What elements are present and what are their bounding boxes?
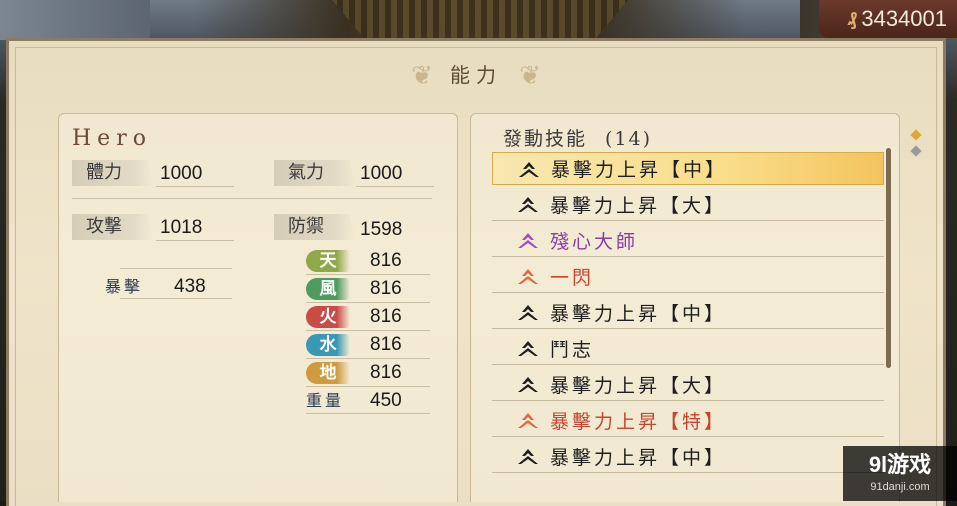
divider [306,302,430,303]
divider [306,274,430,275]
element-earth-badge: 地 [306,362,350,384]
skill-row[interactable]: 暴擊力上昇【中】 [492,152,884,185]
stamina-label: 體力 [72,160,154,186]
divider [156,186,234,187]
skill-chevron-icon [519,161,539,177]
divider [120,268,232,269]
divider [306,358,430,359]
skill-name: 暴擊力上昇【中】 [551,159,728,181]
element-earth-value: 816 [370,362,402,383]
skill-row[interactable]: 一閃 [492,260,884,293]
defense-label: 防禦 [274,214,356,240]
skill-chevron-icon [518,377,538,392]
watermark-url: 91danji.com [870,481,930,493]
element-fire-value: 816 [370,306,402,327]
section-divider [72,198,432,199]
divider [156,240,234,241]
hero-name: Hero [72,126,152,151]
laurel-right-icon: ❦ [519,61,541,91]
skill-name: 暴擊力上昇【中】 [550,302,727,325]
element-water-badge: 水 [306,334,350,356]
crit-label: 暴擊 [105,277,144,296]
divider [356,186,434,187]
panel-title-bar: ❦ 能力 ❦ [9,59,943,91]
element-heaven-badge: 天 [306,250,350,272]
panel-title: 能力 [450,63,502,87]
site-watermark: 9l游戏 91danji.com [843,446,957,501]
money-value: 3434001 [861,6,947,31]
weight-value: 450 [370,390,402,411]
skills-header: 發動技能 (14) [503,124,652,151]
divider [306,386,430,387]
crit-value: 438 [174,276,206,297]
element-wind-badge: 風 [306,278,350,300]
skill-name: 暴擊力上昇【中】 [550,446,727,469]
skill-name: 暴擊力上昇【大】 [550,194,727,217]
skill-chevron-icon [518,413,538,428]
watermark-logo: 9l游戏 [868,452,932,477]
divider [120,298,232,299]
element-heaven-value: 816 [370,250,402,271]
skill-chevron-icon [518,341,538,356]
skills-title: 發動技能 [503,128,588,150]
attack-value: 1018 [160,217,203,238]
skill-row[interactable]: 暴擊力上昇【大】 [492,368,884,401]
skill-row[interactable]: 暴擊力上昇【中】 [492,296,884,329]
skill-chevron-icon [518,269,538,284]
skill-row[interactable]: 暴擊力上昇【中】 [492,440,884,473]
skill-name: 暴擊力上昇【大】 [550,374,727,397]
skill-row[interactable]: 暴擊力上昇【特】 [492,404,884,437]
skill-row[interactable]: 鬥志 [492,332,884,365]
skill-row[interactable]: 殘心大師 [492,224,884,257]
divider [306,330,430,331]
defense-value: 1598 [360,219,403,240]
stamina-value: 1000 [160,163,203,184]
skill-chevron-icon [518,233,538,248]
ki-value: 1000 [360,163,403,184]
element-wind-value: 816 [370,278,402,299]
skill-name: 暴擊力上昇【特】 [550,410,727,433]
skills-count: (14) [605,128,653,150]
divider [306,413,430,414]
element-water-value: 816 [370,334,402,355]
scrollbar-thumb[interactable] [886,148,891,368]
skill-name: 一閃 [550,266,595,289]
coin-icon: ₰ [847,8,858,29]
attack-label: 攻撃 [72,214,154,240]
skill-name: 鬥志 [550,338,595,361]
background-pillar-left [0,0,150,40]
element-fire-badge: 火 [306,306,350,328]
skill-name: 殘心大師 [550,230,639,253]
skill-row[interactable]: 暴擊力上昇【大】 [492,188,884,221]
skill-chevron-icon [518,305,538,320]
skill-chevron-icon [518,197,538,212]
weight-label: 重量 [306,391,345,410]
money-display: ₰ 3434001 [819,0,957,38]
skill-chevron-icon [518,449,538,464]
ki-label: 氣力 [274,160,356,186]
laurel-left-icon: ❦ [411,61,433,91]
